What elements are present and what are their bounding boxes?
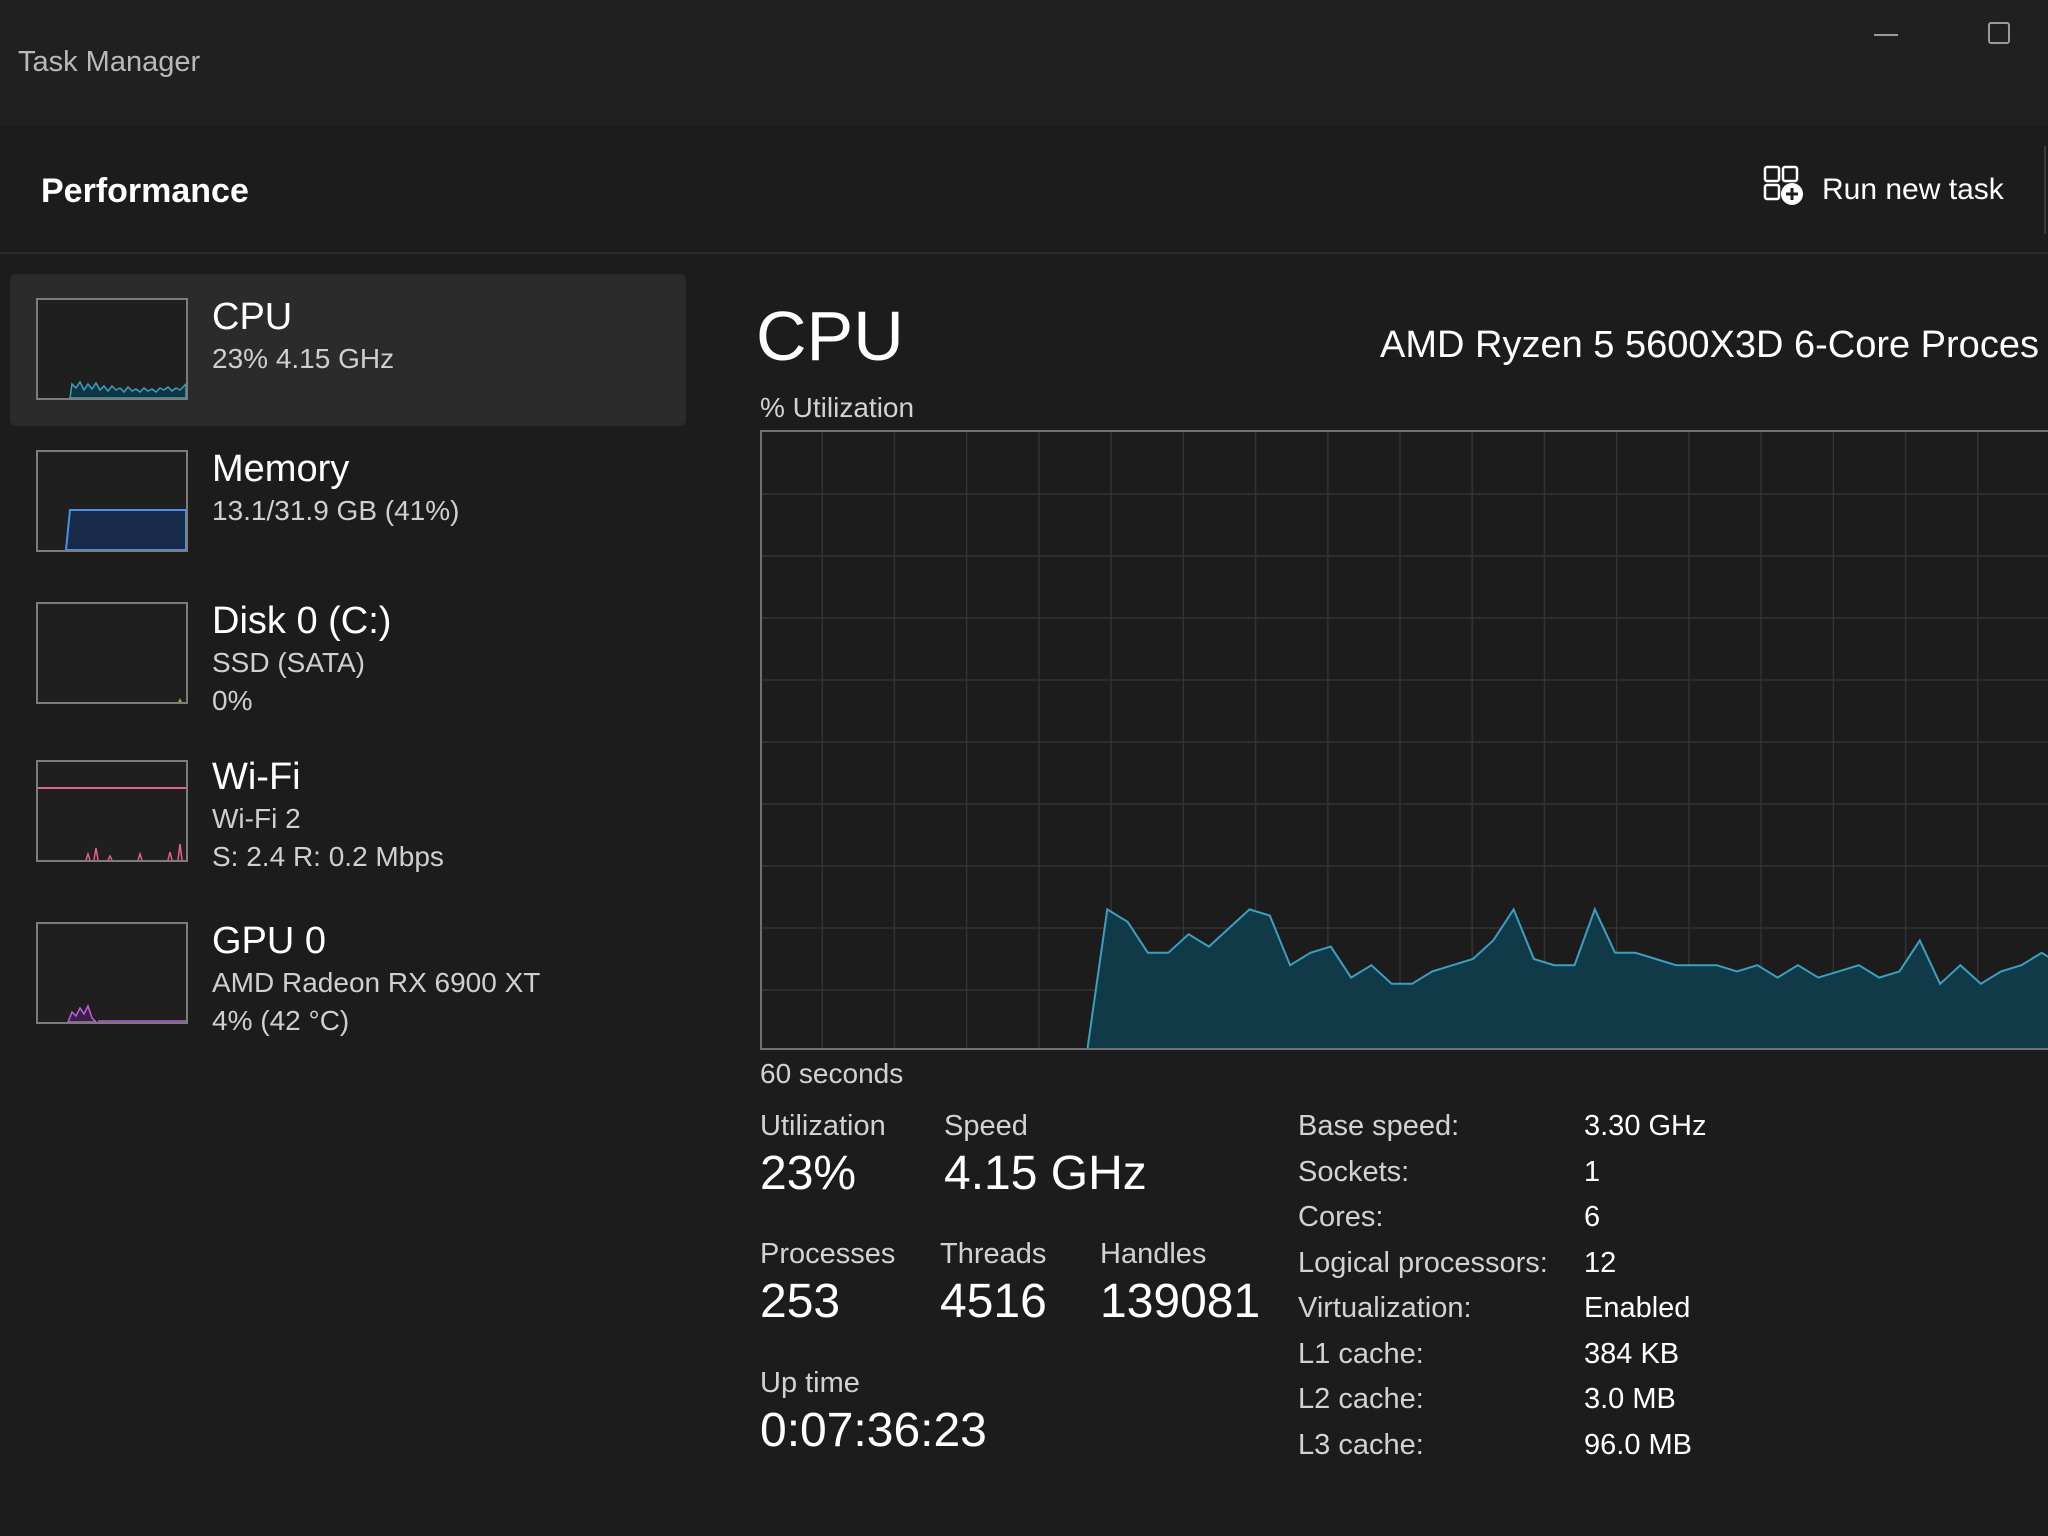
spec-row: L1 cache: 384 KB bbox=[1298, 1338, 1707, 1384]
speed-stat: Speed 4.15 GHz bbox=[944, 1110, 1147, 1205]
spec-value: 6 bbox=[1584, 1201, 1601, 1233]
spec-row: Logical processors: 12 bbox=[1298, 1247, 1707, 1293]
spec-value: 96.0 MB bbox=[1584, 1428, 1692, 1461]
spec-key: Virtualization: bbox=[1298, 1292, 1472, 1324]
title-bar: Task Manager bbox=[0, 0, 2048, 126]
sidebar-item-label: Wi-Fi bbox=[212, 756, 301, 798]
spec-row: Base speed: 3.30 GHz bbox=[1298, 1110, 1707, 1156]
sidebar-item-memory[interactable]: Memory 13.1/31.9 GB (41%) bbox=[10, 426, 686, 578]
spec-value: 3.30 GHz bbox=[1584, 1110, 1707, 1142]
sidebar-item-detail: 0% bbox=[212, 685, 253, 716]
spec-key: Base speed: bbox=[1298, 1110, 1460, 1142]
spec-value: 384 KB bbox=[1584, 1337, 1680, 1370]
sidebar: CPU 23% 4.15 GHz Memory 13.1/31.9 GB (41… bbox=[10, 274, 686, 1050]
gpu-thumbnail-graph bbox=[36, 922, 188, 1024]
spec-row: L3 cache: 96.0 MB bbox=[1298, 1429, 1707, 1475]
memory-thumbnail-graph bbox=[36, 450, 188, 552]
header-separator bbox=[2044, 146, 2046, 234]
stat-value: 4516 bbox=[940, 1275, 1047, 1328]
stat-label: Threads bbox=[940, 1238, 1047, 1270]
maximize-button[interactable] bbox=[1980, 16, 2016, 52]
detail-title: CPU bbox=[756, 297, 904, 375]
spec-key: L1 cache: bbox=[1298, 1337, 1424, 1370]
spec-value: 12 bbox=[1584, 1246, 1617, 1279]
spec-value: Enabled bbox=[1584, 1292, 1691, 1324]
spec-row: Sockets: 1 bbox=[1298, 1156, 1707, 1202]
time-axis-label: 60 seconds bbox=[760, 1058, 904, 1089]
sidebar-item-detail: 23% 4.15 GHz bbox=[212, 343, 395, 374]
disk-thumbnail-graph bbox=[36, 602, 188, 704]
stat-value: 23% bbox=[760, 1147, 857, 1200]
spec-key: Sockets: bbox=[1298, 1155, 1410, 1188]
cpu-specs-table: Base speed: 3.30 GHz Sockets: 1 Cores: 6 Lo… bbox=[1298, 1110, 1707, 1474]
stat-value: 139081 bbox=[1100, 1275, 1261, 1328]
spec-key: L3 cache: bbox=[1298, 1428, 1424, 1461]
utilization-stat: Utilization 23% bbox=[760, 1110, 886, 1205]
sidebar-item-detail: 4% (42 °C) bbox=[212, 1005, 350, 1036]
handles-stat: Handles 139081 bbox=[1100, 1238, 1260, 1333]
sidebar-item-label: GPU 0 bbox=[212, 920, 327, 962]
stat-label: Up time bbox=[760, 1367, 860, 1399]
sidebar-item-label: CPU bbox=[212, 296, 293, 338]
spec-row: Cores: 6 bbox=[1298, 1201, 1707, 1247]
sidebar-item-cpu[interactable]: CPU 23% 4.15 GHz bbox=[10, 274, 686, 426]
sidebar-item-wifi[interactable]: Wi-Fi Wi-Fi 2 S: 2.4 R: 0.2 Mbps bbox=[10, 730, 686, 898]
stat-value: 253 bbox=[760, 1275, 841, 1328]
stat-label: Utilization bbox=[760, 1110, 886, 1142]
spec-row: L2 cache: 3.0 MB bbox=[1298, 1383, 1707, 1429]
sidebar-item-label: Memory bbox=[212, 448, 350, 490]
spec-key: L2 cache: bbox=[1298, 1383, 1424, 1415]
processor-name: AMD Ryzen 5 5600X3D 6-Core Proces bbox=[1380, 324, 2039, 366]
cpu-thumbnail-graph bbox=[36, 298, 188, 400]
spec-value: 1 bbox=[1584, 1155, 1601, 1188]
stat-value: 4.15 GHz bbox=[944, 1147, 1147, 1200]
processes-stat: Processes 253 bbox=[760, 1238, 895, 1333]
stat-label: Handles bbox=[1100, 1238, 1207, 1270]
spec-key: Cores: bbox=[1298, 1201, 1384, 1233]
stat-label: Processes bbox=[760, 1238, 896, 1270]
sidebar-item-model: AMD Radeon RX 6900 XT bbox=[212, 967, 541, 998]
sidebar-item-label: Disk 0 (C:) bbox=[212, 600, 392, 642]
cpu-utilization-graph bbox=[760, 430, 2048, 1050]
uptime-stat: Up time 0:07:36:23 bbox=[760, 1367, 987, 1462]
spec-value: 3.0 MB bbox=[1584, 1383, 1676, 1415]
utilization-axis-label: % Utilization bbox=[760, 392, 915, 423]
run-new-task-label: Run new task bbox=[1822, 173, 2004, 206]
sidebar-item-type: SSD (SATA) bbox=[212, 647, 365, 678]
sidebar-item-gpu[interactable]: GPU 0 AMD Radeon RX 6900 XT 4% (42 °C) bbox=[10, 898, 686, 1050]
sidebar-item-detail: 13.1/31.9 GB (41%) bbox=[212, 495, 460, 526]
minimize-button[interactable] bbox=[1868, 16, 1904, 52]
page-title: Performance bbox=[41, 172, 249, 210]
run-new-task-button[interactable]: Run new task bbox=[1762, 162, 2004, 218]
cpu-utilization-chart bbox=[762, 432, 2048, 1048]
app-title: Task Manager bbox=[18, 46, 201, 78]
sidebar-item-adapter: Wi-Fi 2 bbox=[212, 803, 301, 834]
cpu-utilization-area bbox=[1086, 906, 2048, 1048]
page-header: Performance Run new task bbox=[0, 126, 2048, 254]
stat-label: Speed bbox=[944, 1110, 1028, 1142]
stat-value: 0:07:36:23 bbox=[760, 1404, 987, 1457]
wifi-thumbnail-graph bbox=[36, 760, 188, 862]
content-area: Performance Run new task CPU 23% 4.15 GH… bbox=[0, 126, 2048, 1536]
new-task-icon bbox=[1762, 164, 1806, 216]
sidebar-item-detail: S: 2.4 R: 0.2 Mbps bbox=[212, 841, 444, 872]
spec-row: Virtualization: Enabled bbox=[1298, 1292, 1707, 1338]
threads-stat: Threads 4516 bbox=[940, 1238, 1047, 1333]
sidebar-item-disk[interactable]: Disk 0 (C:) SSD (SATA) 0% bbox=[10, 578, 686, 730]
spec-key: Logical processors: bbox=[1298, 1246, 1548, 1279]
